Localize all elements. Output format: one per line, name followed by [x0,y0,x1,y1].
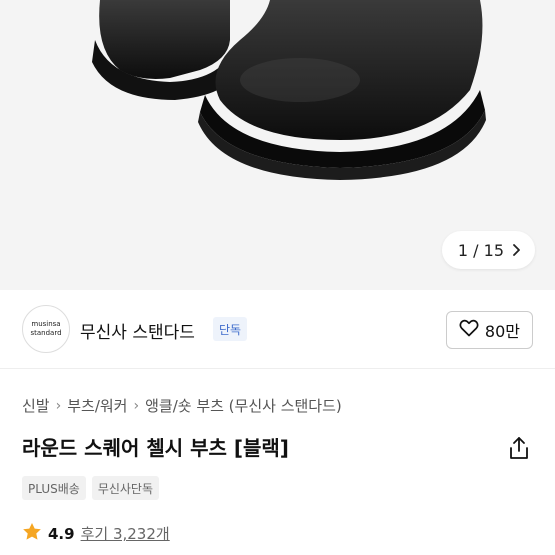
like-button[interactable]: 80만 [445,311,533,349]
share-icon[interactable] [508,436,530,460]
breadcrumb-item[interactable]: 부츠/워커 [67,395,127,416]
chevron-right-icon: › [55,397,62,414]
breadcrumb-item[interactable]: 신발 [22,395,50,416]
reviews-link[interactable]: 후기 3,232개 [81,523,170,544]
image-counter[interactable]: 1 / 15 [441,231,535,269]
chevron-right-icon: › [133,397,140,414]
image-counter-text: 1 / 15 [457,240,504,260]
brand-logo-line1: musinsa [31,320,61,328]
brand-name[interactable]: 무신사 스탠다드 [80,318,195,343]
chevron-right-icon [512,243,521,257]
brand-exclusive-badge: 단독 [213,317,248,341]
rating-row: 4.9 후기 3,232개 [22,522,170,545]
product-image-gallery[interactable]: 1 / 15 [0,0,555,290]
heart-icon [459,319,479,341]
brand-logo[interactable]: musinsa standard [22,305,70,353]
breadcrumb-item[interactable]: 앵클/숏 부츠 (무신사 스탠다드) [145,395,342,416]
tag-exclusive: 무신사단독 [91,476,160,500]
product-title: 라운드 스퀘어 첼시 부츠 [블랙] [22,436,289,460]
breadcrumb: 신발 › 부츠/워커 › 앵클/숏 부츠 (무신사 스탠다드) [22,395,342,416]
star-icon [22,522,42,545]
like-count: 80만 [484,322,520,341]
rating-value: 4.9 [48,524,75,543]
tag-plus-delivery: PLUS배송 [22,476,86,500]
product-tags: PLUS배송 무신사단독 [22,476,160,500]
brand-logo-line2: standard [30,329,62,337]
